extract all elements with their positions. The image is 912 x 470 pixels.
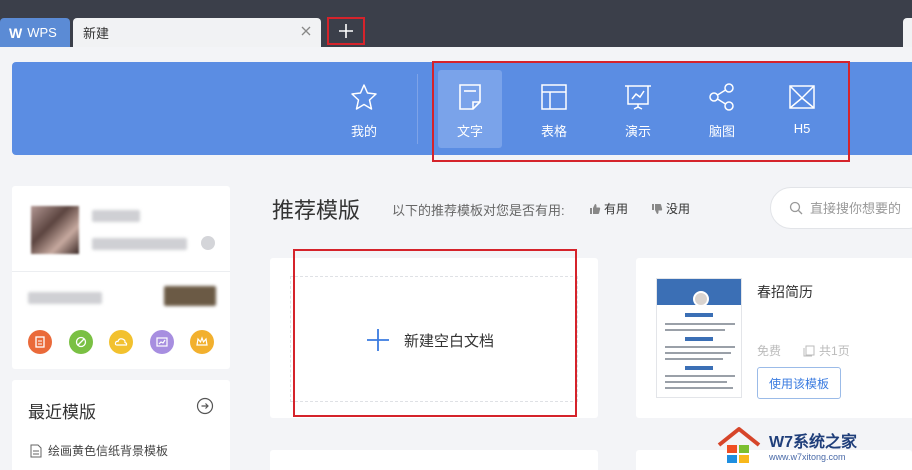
- page-title: 推荐模版: [272, 198, 361, 223]
- thumbs-down-icon: [652, 203, 663, 214]
- use-template-button[interactable]: 使用该模板: [757, 367, 841, 399]
- divider: [12, 271, 230, 272]
- watermark-brand: W7系统之家: [769, 434, 858, 451]
- user-card: [12, 186, 230, 369]
- star-icon: [351, 84, 377, 110]
- service-button-1[interactable]: [28, 330, 52, 354]
- template-card-partial[interactable]: [270, 450, 598, 470]
- blurred-user-info: [92, 238, 187, 250]
- vote-useful-label: 有用: [604, 202, 629, 216]
- check-icon: [201, 236, 215, 250]
- feedback-question: 以下的推荐模板对您是否有用:: [392, 203, 565, 218]
- template-card[interactable]: 春招简历 免费 共1页 使用该模板: [636, 258, 912, 418]
- toolbar-item-mine[interactable]: 我的: [332, 70, 396, 148]
- arrow-right-circle-icon[interactable]: [196, 397, 214, 415]
- wps-logo-icon: W: [9, 24, 22, 41]
- document-icon: [30, 444, 42, 457]
- toolbar-item-label: 我的: [350, 124, 377, 139]
- service-button-2[interactable]: [69, 330, 93, 354]
- annotation-box-blank: [293, 249, 577, 417]
- template-price: 免费: [757, 344, 782, 358]
- crown-icon: [196, 336, 208, 346]
- pages-icon: [803, 345, 815, 356]
- new-tab-button[interactable]: [327, 17, 365, 45]
- search-input[interactable]: [810, 200, 912, 216]
- annotation-box-toolbar: [432, 61, 850, 162]
- file-icon: [35, 336, 45, 348]
- close-icon[interactable]: [299, 24, 313, 38]
- vote-useful-button[interactable]: 有用: [589, 200, 628, 217]
- recent-template-item[interactable]: 绘画黄色信纸背景模板: [30, 442, 168, 459]
- wps-tab-label: WPS: [27, 25, 57, 40]
- blurred-badge: [164, 286, 216, 306]
- service-button-4[interactable]: [150, 330, 174, 354]
- service-button-5[interactable]: [190, 330, 214, 354]
- ban-icon: [75, 336, 87, 348]
- next-window-edge: [903, 18, 912, 47]
- cloud-icon: [114, 338, 128, 346]
- template-name[interactable]: 春招简历: [757, 282, 813, 302]
- vote-useless-button[interactable]: 没用: [651, 200, 690, 217]
- blurred-stat: [28, 292, 102, 304]
- wps-home-tab[interactable]: W WPS: [0, 18, 70, 47]
- vote-useless-label: 没用: [666, 202, 691, 216]
- toolbar-divider: [417, 74, 418, 144]
- thumbs-up-icon: [590, 203, 601, 214]
- avatar[interactable]: [31, 206, 79, 254]
- new-doc-tab[interactable]: 新建: [73, 18, 321, 47]
- title-bar: W WPS 新建: [0, 0, 912, 47]
- recent-templates-title: 最近模版: [28, 403, 96, 422]
- search-icon: [789, 201, 803, 215]
- template-meta: 免费 共1页: [757, 342, 850, 359]
- template-pages: 共1页: [819, 344, 850, 358]
- blurred-username: [92, 210, 140, 222]
- template-thumbnail[interactable]: [656, 278, 742, 398]
- service-button-3[interactable]: [109, 330, 133, 354]
- plus-icon: [339, 24, 353, 38]
- chart-icon: [156, 337, 168, 347]
- recent-template-label: 绘画黄色信纸背景模板: [48, 444, 169, 458]
- house-logo-icon: [717, 427, 761, 463]
- template-search[interactable]: [770, 187, 912, 229]
- new-doc-tab-label: 新建: [83, 26, 110, 41]
- recent-templates-card: 最近模版 绘画黄色信纸背景模板: [12, 380, 230, 470]
- watermark: W7系统之家 www.w7xitong.com: [715, 420, 912, 470]
- watermark-url: www.w7xitong.com: [769, 452, 846, 462]
